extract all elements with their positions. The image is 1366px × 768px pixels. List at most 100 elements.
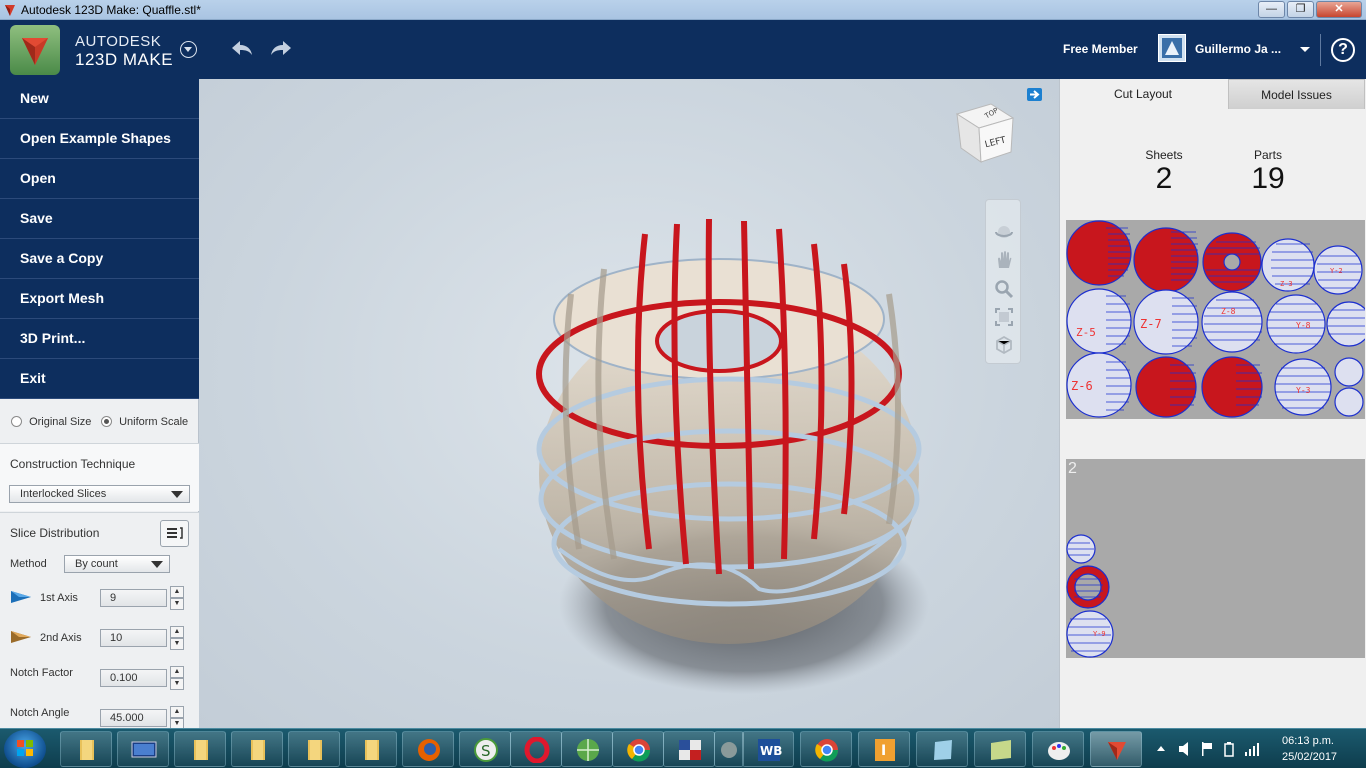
taskbar-explorer-2[interactable]	[174, 731, 226, 767]
taskbar-app-s[interactable]: S	[459, 731, 511, 767]
sheet-1-parts[interactable]: Z-3 Y-2 Z-5 Z-7 Z-8 Y-8 Z-6 Y-3	[1066, 220, 1365, 419]
taskbar-inventor[interactable]: I	[858, 731, 910, 767]
step-up-icon[interactable]: ▲	[170, 586, 184, 598]
orbit-icon[interactable]	[994, 222, 1014, 242]
app-logo[interactable]	[10, 25, 60, 75]
menu-save[interactable]: Save	[0, 199, 199, 239]
file-menu: New Open Example Shapes Open Save Save a…	[0, 79, 199, 399]
user-menu-caret-icon[interactable]	[1300, 47, 1310, 52]
pan-hand-icon[interactable]	[994, 250, 1014, 270]
cut-sheet-2[interactable]: 2 Y-9	[1066, 459, 1365, 658]
app-icon	[721, 742, 737, 758]
first-axis-stepper[interactable]: ▲ ▼	[170, 586, 184, 610]
zoom-icon[interactable]	[994, 279, 1014, 299]
volume-icon[interactable]	[1178, 741, 1192, 757]
model-slices[interactable]	[536, 218, 922, 644]
method-select[interactable]: By count	[64, 555, 170, 573]
taskbar-explorer-4[interactable]	[288, 731, 340, 767]
taskbar-notes[interactable]	[916, 731, 968, 767]
notch-angle-input[interactable]: 45.000	[100, 709, 167, 727]
fit-view-icon[interactable]	[994, 307, 1014, 327]
taskbar-desktop[interactable]	[117, 731, 169, 767]
uniform-scale-radio[interactable]	[101, 416, 112, 427]
menu-3d-print[interactable]: 3D Print...	[0, 319, 199, 359]
menu-export-mesh[interactable]: Export Mesh	[0, 279, 199, 319]
step-up-icon[interactable]: ▲	[170, 706, 184, 718]
power-icon[interactable]	[1222, 741, 1236, 757]
notch-angle-stepper[interactable]: ▲ ▼	[170, 706, 184, 730]
user-avatar[interactable]	[1158, 34, 1186, 62]
expand-panel-arrow-icon[interactable]	[1027, 88, 1042, 101]
settings-panel: Original Size Uniform Scale Construction…	[0, 399, 199, 730]
help-button[interactable]: ?	[1331, 38, 1355, 62]
original-size-option[interactable]: Original Size	[11, 416, 91, 428]
slice-distribution-title: Slice Distribution	[10, 526, 100, 540]
step-down-icon[interactable]: ▼	[170, 598, 184, 610]
taskbar-globe-app[interactable]	[561, 731, 613, 767]
tab-model-issues[interactable]: Model Issues	[1228, 79, 1365, 109]
brand-product: 123D MAKE	[75, 50, 174, 69]
clock-date[interactable]: 25/02/2017	[1282, 751, 1337, 763]
close-window-button[interactable]: ✕	[1316, 1, 1362, 18]
second-axis-input[interactable]: 10	[100, 629, 167, 647]
menu-open[interactable]: Open	[0, 159, 199, 199]
sliced-model-view[interactable]	[199, 79, 1059, 728]
clock-time[interactable]: 06:13 p.m.	[1282, 735, 1334, 747]
menu-exit[interactable]: Exit	[0, 359, 199, 399]
step-down-icon[interactable]: ▼	[170, 638, 184, 650]
sheet-2-parts[interactable]: Y-9	[1066, 459, 1365, 658]
flag-icon[interactable]	[1200, 741, 1214, 757]
step-up-icon[interactable]: ▲	[170, 666, 184, 678]
original-size-radio[interactable]	[11, 416, 22, 427]
notch-factor-stepper[interactable]: ▲ ▼	[170, 666, 184, 690]
menu-open-example-shapes[interactable]: Open Example Shapes	[0, 119, 199, 159]
first-axis-input[interactable]: 9	[100, 589, 167, 607]
menu-save-a-copy[interactable]: Save a Copy	[0, 239, 199, 279]
chevron-down-icon	[171, 491, 183, 498]
sheets-label: Sheets	[1145, 148, 1183, 162]
taskbar-chrome-1[interactable]	[612, 731, 664, 767]
taskbar-opera[interactable]	[510, 731, 562, 767]
signal-icon[interactable]	[1244, 741, 1260, 757]
wb-app-icon: WB	[758, 739, 782, 761]
taskbar-chrome-2[interactable]	[800, 731, 852, 767]
restore-button[interactable]: ❐	[1287, 1, 1314, 18]
minimize-button[interactable]: —	[1258, 1, 1285, 18]
cut-sheet-1[interactable]: Z-3 Y-2 Z-5 Z-7 Z-8 Y-8 Z-6 Y-3	[1066, 220, 1365, 419]
taskbar-firefox[interactable]	[402, 731, 454, 767]
second-axis-stepper[interactable]: ▲ ▼	[170, 626, 184, 650]
navigation-toolbar	[985, 199, 1021, 364]
taskbar-explorer-3[interactable]	[231, 731, 283, 767]
username[interactable]: Guillermo Ja ...	[1195, 42, 1281, 56]
undo-icon[interactable]	[228, 38, 254, 58]
tab-cut-layout[interactable]: Cut Layout	[1060, 79, 1226, 109]
taskbar-paint[interactable]	[1032, 731, 1084, 767]
model-viewport[interactable]: TOP LEFT	[199, 79, 1059, 728]
menu-new[interactable]: New	[0, 79, 199, 119]
folder-icon	[194, 740, 208, 760]
redo-icon[interactable]	[269, 38, 295, 58]
taskbar-explorer-1[interactable]	[60, 731, 112, 767]
notch-factor-input[interactable]: 0.100	[100, 669, 167, 687]
taskbar-small-app[interactable]	[714, 731, 744, 767]
construction-technique-select[interactable]: Interlocked Slices	[9, 485, 190, 503]
taskbar-explorer-5[interactable]	[345, 731, 397, 767]
notes-icon	[934, 740, 952, 760]
start-button[interactable]	[4, 730, 46, 768]
taskbar-wb-app[interactable]: WB	[742, 731, 794, 767]
taskbar-123d-make[interactable]	[1090, 731, 1142, 767]
folder-icon	[308, 740, 322, 760]
slice-settings-button[interactable]	[160, 520, 189, 547]
folder-icon	[80, 740, 94, 760]
taskbar-photo-app[interactable]	[663, 731, 715, 767]
view-cube[interactable]: TOP LEFT	[951, 96, 1021, 166]
step-down-icon[interactable]: ▼	[170, 678, 184, 690]
tray-expand-icon[interactable]	[1156, 744, 1166, 754]
step-up-icon[interactable]: ▲	[170, 626, 184, 638]
photo-editor-icon	[679, 740, 701, 760]
construction-section: Construction Technique Interlocked Slice…	[0, 443, 199, 511]
uniform-scale-option[interactable]: Uniform Scale	[101, 416, 188, 428]
app-menu-dropdown-icon[interactable]	[180, 41, 197, 58]
taskbar-map-app[interactable]	[974, 731, 1026, 767]
home-view-icon[interactable]	[994, 335, 1014, 355]
